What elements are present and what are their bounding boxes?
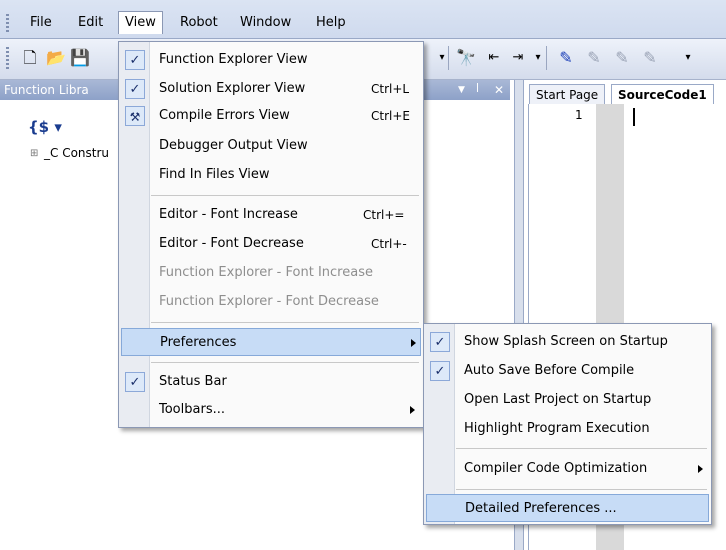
menu-item-function-explorer-font-decrease: Function Explorer - Font Decrease — [159, 294, 379, 309]
tree-item[interactable]: _C Constru — [44, 146, 109, 160]
pin-icon[interactable]: ꟾ — [476, 80, 479, 100]
text-caret — [633, 108, 635, 126]
toolbar-overflow-icon-2[interactable]: ▾ — [528, 48, 548, 68]
bookmark-prev-icon[interactable]: ✎ — [612, 48, 632, 68]
checkmark-icon: ✓ — [430, 361, 450, 381]
toolbar-separator — [448, 46, 449, 70]
preferences-submenu: ✓ Show Splash Screen on Startup ✓ Auto S… — [423, 323, 712, 525]
toolbar-separator-2 — [546, 46, 547, 70]
menu-item-detailed-preferences[interactable]: Detailed Preferences ... — [426, 494, 709, 522]
menu-item-compiler-code-optimization[interactable]: Compiler Code Optimization — [426, 455, 709, 483]
editor-tabs: Start Page SourceCode1 — [525, 84, 726, 106]
save-icon[interactable]: 💾 — [70, 48, 90, 68]
tree-expander-icon[interactable]: ⊞ — [30, 148, 38, 159]
bookmark-clear-icon[interactable]: ✎ — [640, 48, 660, 68]
menu-item-debugger-output-view[interactable]: Debugger Output View — [121, 132, 421, 160]
menu-help[interactable]: Help — [310, 12, 352, 34]
menu-separator — [151, 322, 419, 323]
tab-start-page[interactable]: Start Page — [529, 84, 606, 106]
menu-item-editor-font-increase[interactable]: Editor - Font Increase Ctrl+= — [121, 201, 421, 229]
submenu-arrow-icon — [411, 339, 416, 347]
menubar-grip[interactable] — [6, 14, 9, 32]
toolbar-grip[interactable] — [6, 47, 9, 69]
line-number: 1 — [575, 108, 583, 122]
compile-errors-icon: ⚒ — [125, 106, 145, 126]
checkmark-icon: ✓ — [125, 50, 145, 70]
function-scope-icon[interactable]: {$ ▾ — [28, 118, 62, 136]
menu-item-show-splash-screen[interactable]: ✓ Show Splash Screen on Startup — [426, 328, 709, 356]
submenu-arrow-icon — [698, 465, 703, 473]
menu-item-compile-errors-view[interactable]: ⚒ Compile Errors View Ctrl+E — [121, 102, 421, 130]
menu-robot[interactable]: Robot — [174, 12, 224, 34]
find-icon[interactable]: 🔭 — [456, 48, 476, 68]
panel-title: Function Libra — [4, 83, 89, 97]
outdent-icon[interactable]: ⇥ — [508, 48, 528, 68]
menu-item-open-last-project[interactable]: Open Last Project on Startup — [426, 386, 709, 414]
indent-icon[interactable]: ⇤ — [484, 48, 504, 68]
checkmark-icon: ✓ — [125, 372, 145, 392]
close-icon[interactable]: ✕ — [494, 80, 504, 100]
menu-item-status-bar[interactable]: ✓ Status Bar — [121, 368, 421, 396]
menu-item-find-in-files-view[interactable]: Find In Files View — [121, 161, 421, 189]
menu-item-toolbars[interactable]: Toolbars... — [121, 396, 421, 424]
checkmark-icon: ✓ — [430, 332, 450, 352]
menu-file[interactable]: File — [24, 12, 58, 34]
bookmark-toggle-icon[interactable]: ✎ — [556, 48, 576, 68]
menu-separator — [456, 448, 707, 449]
menu-item-function-explorer-font-increase: Function Explorer - Font Increase — [159, 265, 373, 280]
menu-item-function-explorer-view[interactable]: ✓ Function Explorer View — [121, 46, 421, 74]
menu-item-preferences[interactable]: Preferences — [121, 328, 421, 356]
menu-bar: File Edit View Robot Window Help — [0, 0, 726, 39]
menu-separator — [456, 489, 707, 490]
menu-view[interactable]: View — [118, 11, 163, 34]
view-menu: ✓ Function Explorer View ✓ Solution Expl… — [118, 41, 424, 428]
new-file-icon[interactable]: 🗋 — [20, 48, 40, 68]
menu-edit[interactable]: Edit — [72, 12, 109, 34]
tab-sourcecode1[interactable]: SourceCode1 — [611, 84, 714, 106]
bookmark-next-icon[interactable]: ✎ — [584, 48, 604, 68]
menu-item-solution-explorer-view[interactable]: ✓ Solution Explorer View Ctrl+L — [121, 75, 421, 103]
checkmark-icon: ✓ — [125, 79, 145, 99]
toolbar-overflow-icon[interactable]: ▾ — [432, 48, 452, 68]
menu-separator — [151, 195, 419, 196]
menu-separator — [151, 362, 419, 363]
panel-dropdown-icon[interactable]: ▼ — [458, 80, 465, 100]
menu-window[interactable]: Window — [234, 12, 297, 34]
toolbar-overflow-icon-3[interactable]: ▾ — [678, 48, 698, 68]
menu-item-highlight-program-execution[interactable]: Highlight Program Execution — [426, 415, 709, 443]
open-folder-icon[interactable]: 📂 — [46, 48, 66, 68]
submenu-arrow-icon — [410, 406, 415, 414]
menu-item-auto-save[interactable]: ✓ Auto Save Before Compile — [426, 357, 709, 385]
menu-item-editor-font-decrease[interactable]: Editor - Font Decrease Ctrl+- — [121, 230, 421, 258]
